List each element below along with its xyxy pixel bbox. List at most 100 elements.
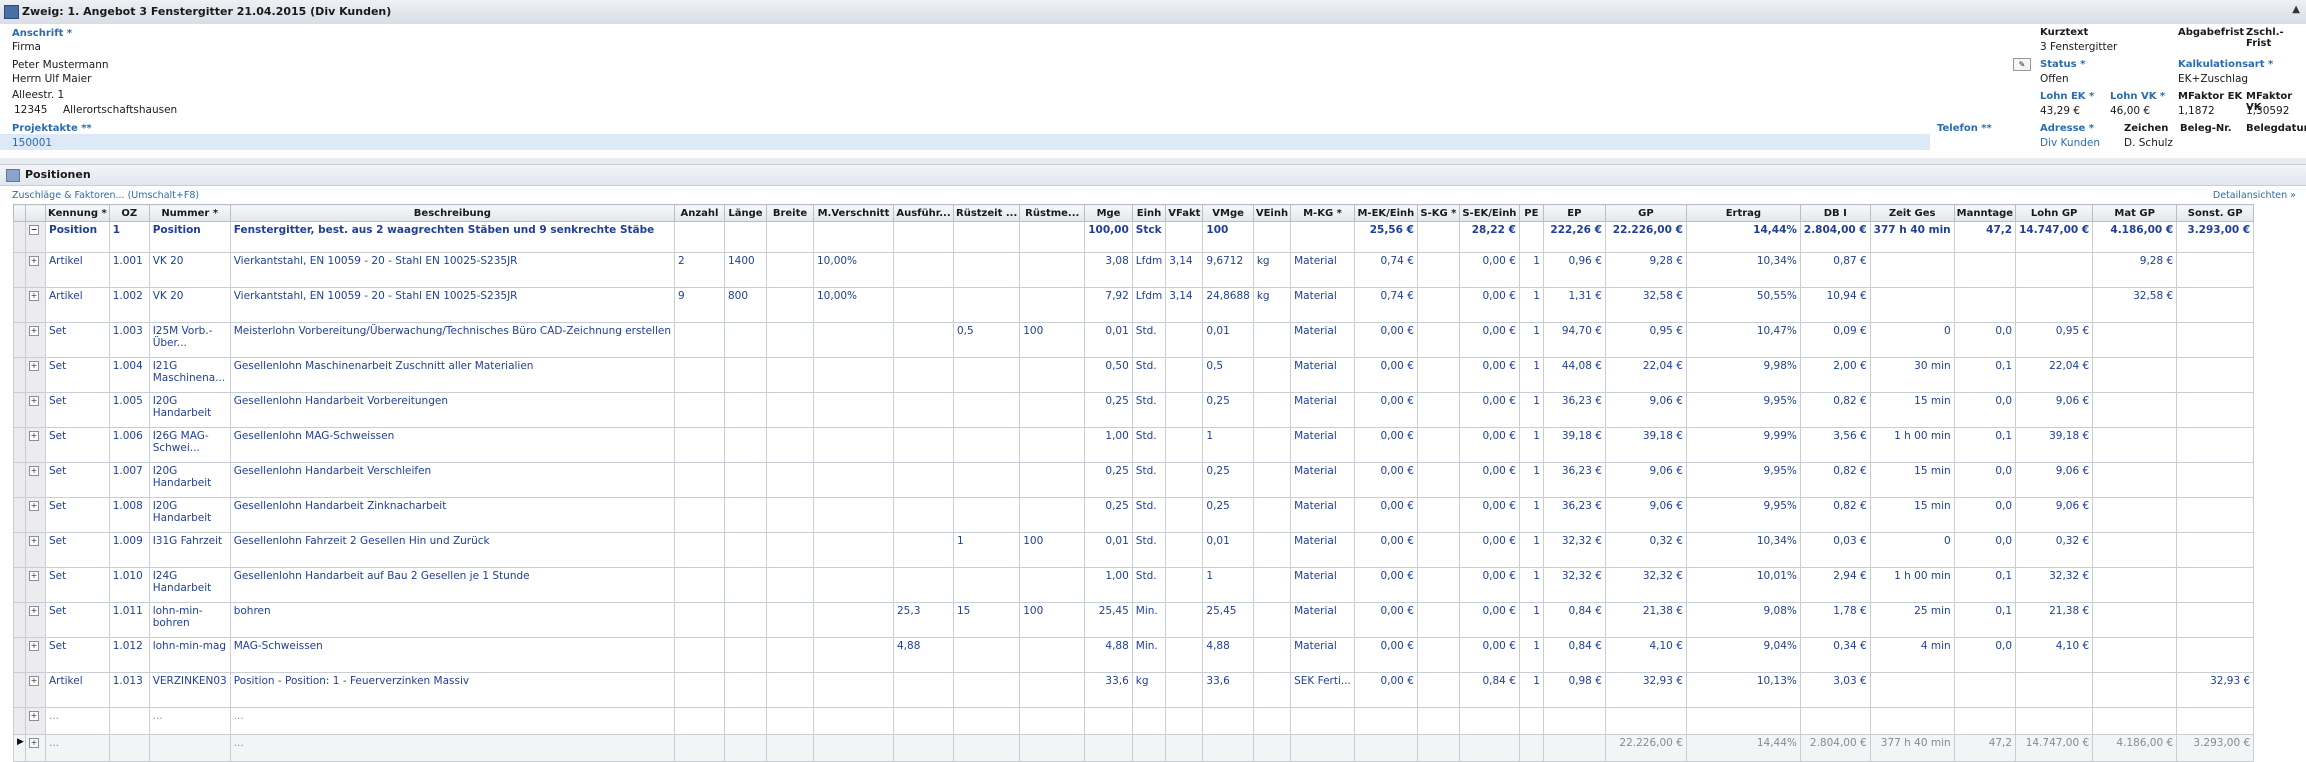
table-cell[interactable]: [766, 392, 814, 428]
table-cell[interactable]: [1953, 287, 2017, 323]
row-indicator[interactable]: [13, 427, 26, 463]
mfaktor-vk-field[interactable]: 1,30592: [2246, 105, 2289, 117]
column-header[interactable]: S-KG *: [1416, 204, 1460, 222]
table-cell[interactable]: [2176, 322, 2255, 358]
table-cell[interactable]: [893, 672, 954, 708]
table-cell[interactable]: 7,92: [1084, 287, 1133, 323]
column-header[interactable]: Beschreibung: [229, 204, 676, 222]
table-cell[interactable]: [813, 532, 894, 568]
table-cell[interactable]: 0,82 €: [1799, 497, 1871, 533]
table-cell[interactable]: 44,08 €: [1542, 357, 1606, 393]
table-cell[interactable]: 100: [1019, 532, 1086, 568]
table-cell[interactable]: 9,04%: [1685, 637, 1801, 673]
table-cell[interactable]: [674, 221, 725, 253]
table-cell[interactable]: 1.002: [108, 287, 150, 323]
table-cell[interactable]: 15 min: [1869, 497, 1955, 533]
table-cell[interactable]: [813, 462, 894, 498]
table-cell[interactable]: 0,82 €: [1799, 392, 1871, 428]
table-cell[interactable]: 0,00 €: [1458, 462, 1520, 498]
table-cell[interactable]: [1416, 252, 1460, 288]
positionen-section-header[interactable]: Positionen: [0, 164, 2306, 186]
table-cell[interactable]: 0,87 €: [1799, 252, 1871, 288]
anschrift-line-1[interactable]: Firma: [12, 41, 41, 53]
table-cell[interactable]: 2.804,00 €: [1799, 221, 1871, 253]
column-header[interactable]: M-EK/Einh: [1353, 204, 1418, 222]
table-cell[interactable]: [952, 497, 1021, 533]
table-cell[interactable]: 1400: [724, 252, 767, 288]
table-cell[interactable]: 9,98%: [1685, 357, 1801, 393]
table-cell[interactable]: [724, 357, 767, 393]
table-cell[interactable]: 3.293,00 €: [2176, 221, 2255, 253]
table-cell[interactable]: 1: [1518, 672, 1544, 708]
column-header[interactable]: M.Verschnitt: [813, 204, 894, 222]
table-cell[interactable]: [813, 427, 894, 463]
table-cell[interactable]: Position - Position: 1 - Feuerverzinken …: [229, 672, 676, 708]
table-cell[interactable]: [952, 672, 1021, 708]
table-cell[interactable]: [766, 252, 814, 288]
table-cell[interactable]: 100: [1019, 602, 1086, 638]
table-cell[interactable]: [1019, 427, 1086, 463]
adresse-field[interactable]: Div Kunden: [2040, 137, 2100, 149]
expand-collapse-icon[interactable]: +: [29, 676, 39, 686]
table-cell[interactable]: [674, 707, 725, 735]
table-cell[interactable]: [1416, 221, 1460, 253]
expand-collapse-icon[interactable]: +: [29, 711, 39, 721]
table-cell[interactable]: [893, 462, 954, 498]
table-cell[interactable]: [108, 707, 150, 735]
table-cell[interactable]: [1252, 672, 1292, 708]
table-cell[interactable]: 32,93 €: [2176, 672, 2255, 708]
table-cell[interactable]: 36,23 €: [1542, 497, 1606, 533]
table-row[interactable]: + Set 1.005 I20G Handarbeit Gesellenlohn Han…: [13, 392, 2255, 428]
table-cell[interactable]: [2176, 357, 2255, 393]
table-cell[interactable]: 9,06 €: [1604, 392, 1687, 428]
table-cell[interactable]: [813, 637, 894, 673]
table-cell[interactable]: 9,6712: [1202, 252, 1254, 288]
anschrift-line-3[interactable]: Herrn Ulf Maier: [12, 73, 91, 85]
table-cell[interactable]: 9,95%: [1685, 497, 1801, 533]
table-cell[interactable]: 36,23 €: [1542, 392, 1606, 428]
table-row[interactable]: + Set 1.007 I20G Handarbeit Gesellenlohn Han…: [13, 462, 2255, 498]
table-cell[interactable]: Gesellenlohn Handarbeit auf Bau 2 Gesell…: [229, 567, 676, 603]
table-cell[interactable]: [813, 707, 894, 735]
table-cell[interactable]: [724, 602, 767, 638]
table-cell[interactable]: 1: [1518, 532, 1544, 568]
table-cell[interactable]: 39,18 €: [1604, 427, 1687, 463]
table-cell[interactable]: MAG-Schweissen: [229, 637, 676, 673]
table-cell[interactable]: Vierkantstahl, EN 10059 - 20 - Stahl EN …: [229, 287, 676, 323]
table-cell[interactable]: [813, 322, 894, 358]
table-cell[interactable]: [674, 427, 725, 463]
column-header[interactable]: Nummer *: [148, 204, 231, 222]
kurztext-field[interactable]: 3 Fenstergitter: [2040, 41, 2117, 53]
table-cell[interactable]: Gesellenlohn Handarbeit Vorbereitungen: [229, 392, 676, 428]
table-cell[interactable]: Material: [1290, 532, 1355, 568]
lohn-vk-field[interactable]: 46,00 €: [2110, 105, 2150, 117]
table-cell[interactable]: 15: [952, 602, 1021, 638]
table-cell[interactable]: [1416, 532, 1460, 568]
table-cell[interactable]: [674, 497, 725, 533]
column-header[interactable]: Sonst. GP: [2176, 204, 2255, 222]
table-cell[interactable]: [893, 707, 954, 735]
table-cell[interactable]: [2092, 672, 2178, 708]
table-cell[interactable]: [1353, 707, 1418, 735]
expand-collapse-icon[interactable]: +: [29, 606, 39, 616]
table-cell[interactable]: 9,99%: [1685, 427, 1801, 463]
table-cell[interactable]: Material: [1290, 497, 1355, 533]
table-cell[interactable]: [1165, 707, 1204, 735]
table-cell[interactable]: [674, 532, 725, 568]
column-header[interactable]: Mat GP: [2092, 204, 2178, 222]
table-cell[interactable]: Material: [1290, 322, 1355, 358]
column-header[interactable]: VFakt: [1165, 204, 1204, 222]
table-cell[interactable]: [1869, 707, 1955, 735]
table-cell[interactable]: 0,00 €: [1458, 287, 1520, 323]
table-cell[interactable]: 0,25: [1084, 392, 1133, 428]
table-cell[interactable]: 0,1: [1953, 567, 2017, 603]
table-cell[interactable]: SEK Ferti...: [1290, 672, 1355, 708]
table-cell[interactable]: [1131, 707, 1167, 735]
table-cell[interactable]: 0,0: [1953, 532, 2017, 568]
table-cell[interactable]: VERZINKEN03: [148, 672, 231, 708]
table-cell[interactable]: Position: [148, 221, 231, 253]
table-cell[interactable]: [1202, 707, 1254, 735]
table-cell[interactable]: 100,00: [1084, 221, 1133, 253]
table-cell[interactable]: 0,00 €: [1353, 427, 1418, 463]
table-cell[interactable]: 1.011: [108, 602, 150, 638]
